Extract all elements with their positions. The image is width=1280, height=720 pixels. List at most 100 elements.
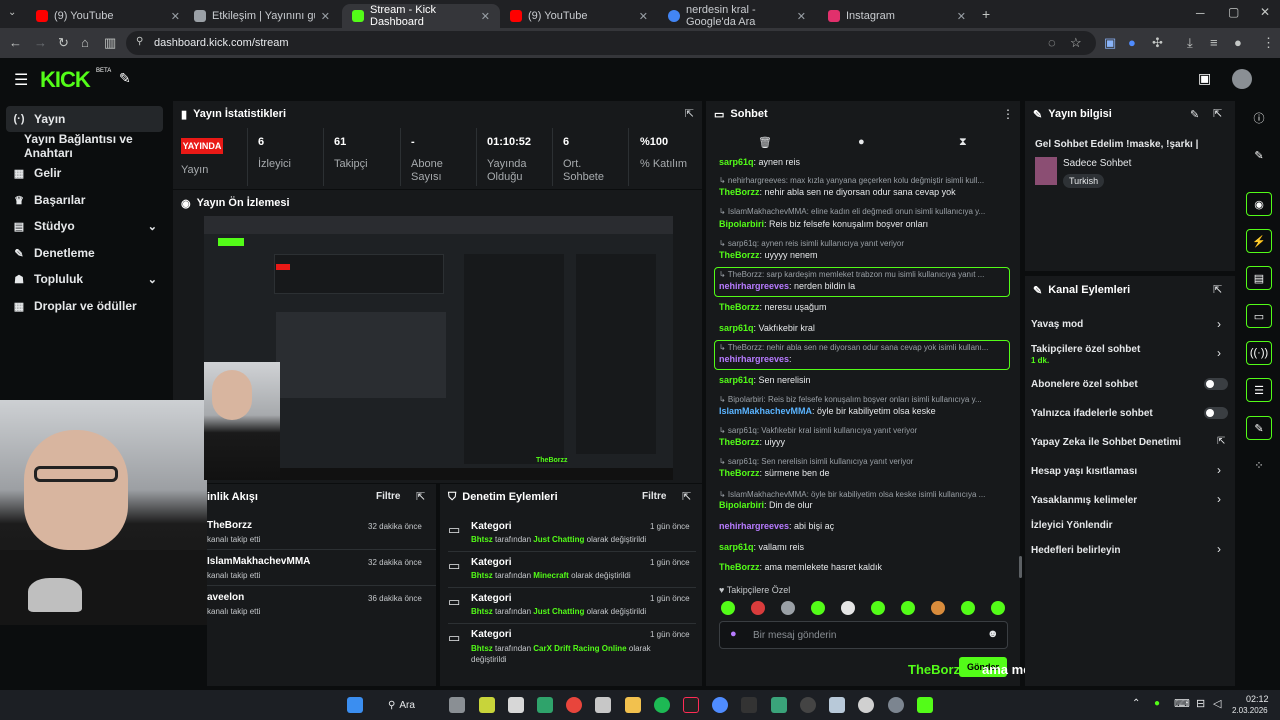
chat-message[interactable]: sarp61q: Sen nerelisin bbox=[719, 375, 1007, 385]
chat-message[interactable]: sarp61q: vallamı reis bbox=[719, 542, 1007, 552]
chrome-icon[interactable] bbox=[566, 697, 582, 713]
tiktok-icon[interactable] bbox=[683, 697, 699, 713]
document-icon[interactable]: ▤ bbox=[1246, 266, 1272, 290]
chat-username[interactable]: TheBorzz bbox=[719, 250, 760, 260]
forward-icon[interactable]: → bbox=[34, 35, 47, 51]
emote-icon[interactable] bbox=[901, 601, 915, 615]
channel-action-raid[interactable]: İzleyici Yönlendir bbox=[1031, 517, 1231, 535]
channel-action-account-age[interactable]: Hesap yaşı kısıtlaması › bbox=[1031, 463, 1231, 481]
app-icon[interactable] bbox=[537, 697, 553, 713]
activity-row[interactable]: aveelon kanalı takip etti 36 dakika önce bbox=[207, 588, 436, 622]
chat-message[interactable]: Bipolarbiri: Din de olur bbox=[719, 500, 1007, 510]
tray-chevron-icon[interactable]: ⌃ bbox=[1132, 698, 1140, 709]
chat-message[interactable]: TheBorzz: uyyyy nenem bbox=[719, 250, 1007, 260]
popout-icon[interactable]: ⇱ bbox=[1213, 107, 1222, 120]
chat-message[interactable]: nehirhargreeves: abi bişi aç bbox=[719, 521, 1007, 531]
activity-row[interactable]: IslamMakhachevMMA kanalı takip etti 32 d… bbox=[207, 552, 436, 586]
home-icon[interactable]: ⌂ bbox=[81, 35, 89, 51]
terminal-icon[interactable] bbox=[741, 697, 757, 713]
emote-icon[interactable] bbox=[991, 601, 1005, 615]
chat-message[interactable]: TheBorzz: nehir abla sen ne diyorsan odu… bbox=[719, 187, 1007, 197]
lightning-icon[interactable]: ⚡ bbox=[1246, 229, 1272, 253]
filter-button[interactable]: Filtre bbox=[376, 491, 400, 502]
chat-username[interactable]: TheBorzz bbox=[719, 302, 760, 312]
channel-action-slow-mode[interactable]: Yavaş mod › bbox=[1031, 314, 1231, 336]
sidebar-item-droplar[interactable]: ▦ Droplar ve ödüller bbox=[6, 293, 163, 319]
broadcast-icon[interactable]: ((·)) bbox=[1246, 341, 1272, 365]
maximize-icon[interactable]: ▢ bbox=[1228, 5, 1239, 19]
sidebar-item-basarilar[interactable]: ♛ Başarılar bbox=[6, 187, 163, 213]
extension-blue-icon[interactable]: ● bbox=[1128, 35, 1136, 51]
info-icon[interactable]: ⓘ bbox=[1246, 106, 1272, 130]
close-icon[interactable]: ✕ bbox=[797, 10, 806, 23]
chat-menu-icon[interactable]: ⋮ bbox=[1002, 107, 1014, 121]
sidebar-item-denetleme[interactable]: ✎ Denetleme bbox=[6, 240, 163, 266]
new-tab-icon[interactable]: + bbox=[982, 6, 990, 22]
bookmark-star-icon[interactable]: ☆ bbox=[1070, 35, 1082, 51]
close-icon[interactable]: ✕ bbox=[321, 10, 330, 23]
translate-icon[interactable]: ▣ bbox=[1104, 35, 1116, 51]
menu-kebab-icon[interactable]: ⋮ bbox=[1262, 35, 1275, 51]
chat-message[interactable]: TheBorzz: uiyyy bbox=[719, 437, 1007, 447]
playlist-icon[interactable]: ≡ bbox=[1210, 35, 1218, 51]
emote-icon[interactable] bbox=[961, 601, 975, 615]
clock-time[interactable]: 02:12 bbox=[1246, 694, 1269, 704]
emote-icon[interactable] bbox=[751, 601, 765, 615]
chat-message[interactable]: sarp61q: Vakfıkebir kral bbox=[719, 323, 1007, 333]
channel-action-followers-only[interactable]: Takipçilere özel sohbet 1 dk. › bbox=[1031, 342, 1231, 368]
sidebar-item-yayin[interactable]: (·) Yayın bbox=[6, 106, 163, 132]
sidebar-item-gelir[interactable]: ▦ Gelir bbox=[6, 160, 163, 186]
site-info-icon[interactable]: ⚲ bbox=[136, 36, 143, 47]
chat-username[interactable]: IslamMakhachevMMA bbox=[719, 406, 812, 416]
chat-username[interactable]: sarp61q bbox=[719, 375, 754, 385]
chat-username[interactable]: sarp61q bbox=[719, 157, 754, 167]
close-icon[interactable]: ✕ bbox=[481, 10, 490, 23]
dashboard-layout-icon[interactable]: ▣ bbox=[1198, 70, 1211, 87]
kick-app-icon[interactable] bbox=[917, 697, 933, 713]
chat-message[interactable]: TheBorzz: neresu uşağum bbox=[719, 302, 1007, 312]
file-explorer-icon[interactable] bbox=[625, 697, 641, 713]
chat-scrollbar[interactable] bbox=[1019, 556, 1022, 578]
chat-message[interactable]: ↳ IslamMakhachevMMA: eline kadın eli değ… bbox=[719, 206, 1007, 216]
chat-message[interactable]: IslamMakhachevMMA: öyle bir kabiliyetim … bbox=[719, 406, 1007, 416]
close-window-icon[interactable]: ✕ bbox=[1260, 5, 1270, 19]
download-icon[interactable]: ⤓ bbox=[1187, 35, 1193, 51]
chat-username[interactable]: TheBorzz bbox=[719, 562, 760, 572]
chat-message[interactable]: ↳ nehirhargreeves: max kızla yanyana geç… bbox=[719, 175, 1007, 185]
app-icon[interactable] bbox=[829, 697, 845, 713]
emotes-only-toggle[interactable] bbox=[1204, 407, 1228, 419]
network-icon[interactable]: ⊟ bbox=[1196, 697, 1205, 710]
channel-action-ai-moderation[interactable]: Yapay Zeka ile Sohbet Denetimi ⇱ bbox=[1031, 434, 1231, 452]
profile-icon[interactable]: ● bbox=[1234, 35, 1242, 51]
chat-message[interactable]: ↳ sarp61q: aynen reis isimli kullanıcıya… bbox=[719, 238, 1007, 248]
channel-action-banned-words[interactable]: Yasaklanmış kelimeler › bbox=[1031, 492, 1231, 510]
app-icon[interactable] bbox=[712, 697, 728, 713]
edit-icon[interactable]: ✎ bbox=[1190, 108, 1199, 121]
chat-username[interactable]: Bipolarbiri bbox=[719, 219, 764, 229]
chat-username[interactable]: Bipolarbiri bbox=[719, 500, 764, 510]
emote-icon[interactable] bbox=[931, 601, 945, 615]
chat-username[interactable]: TheBorzz bbox=[719, 437, 760, 447]
task-view-icon[interactable] bbox=[449, 697, 465, 713]
tab-search-chevron-icon[interactable]: ⌄ bbox=[8, 7, 16, 18]
app-icon[interactable] bbox=[508, 697, 524, 713]
app-icon[interactable] bbox=[595, 697, 611, 713]
browser-tab[interactable]: nerdesin kral - Google'da Ara ✕ bbox=[658, 4, 816, 28]
chat-message[interactable]: ↳ sarp61q: Vakfıkebir kral isimli kullan… bbox=[719, 425, 1007, 435]
hourglass-icon[interactable]: ⧗ bbox=[959, 136, 967, 149]
spotify-icon[interactable] bbox=[654, 697, 670, 713]
windows-start-icon[interactable] bbox=[347, 697, 363, 713]
keyboard-icon[interactable]: ⌨ bbox=[1174, 697, 1190, 710]
trash-icon[interactable]: 🗑 bbox=[758, 136, 772, 149]
app-icon[interactable] bbox=[479, 697, 495, 713]
chat-username[interactable]: nehirhargreeves bbox=[719, 521, 789, 531]
wrench-icon[interactable]: ✎ bbox=[1246, 416, 1272, 440]
reload-icon[interactable]: ↻ bbox=[58, 35, 69, 51]
emote-icon[interactable] bbox=[811, 601, 825, 615]
split-view-icon[interactable]: ▥ bbox=[104, 35, 116, 51]
app-icon[interactable] bbox=[771, 697, 787, 713]
hamburger-menu-icon[interactable]: ☰ bbox=[14, 70, 28, 90]
activity-row[interactable]: TheBorzz kanalı takip etti 32 dakika önc… bbox=[207, 516, 436, 550]
extensions-icon[interactable]: ✣ bbox=[1152, 35, 1163, 51]
chat-message[interactable]: ↳ Bipolarbiri: Reis biz felsefe konuşalı… bbox=[719, 394, 1007, 404]
